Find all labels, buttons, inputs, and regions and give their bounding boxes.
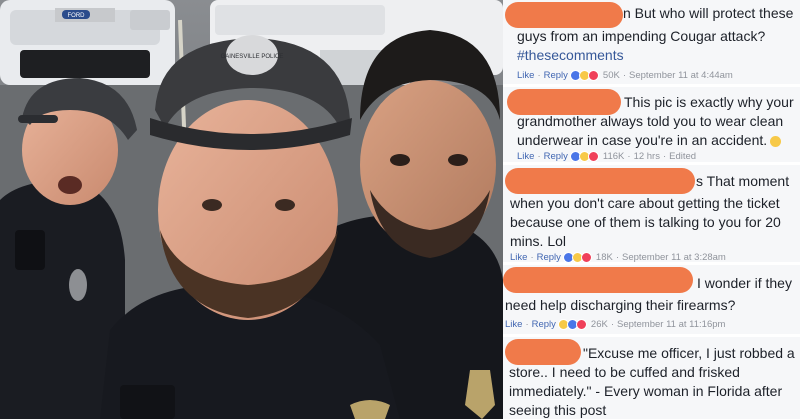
- reactions-icon[interactable]: [562, 252, 592, 263]
- reactions-icon[interactable]: [569, 151, 599, 162]
- like-link[interactable]: Like: [510, 252, 527, 263]
- comment-1-hashtag[interactable]: #thesecomments: [517, 46, 624, 65]
- comment-3: s That moment when you don't care about …: [503, 165, 800, 265]
- reply-link[interactable]: Reply: [537, 252, 561, 263]
- comment-2-line3: underwear in case you're in an accident.: [517, 131, 782, 150]
- timestamp[interactable]: September 11 at 11:16pm: [617, 319, 725, 330]
- reactions-icon[interactable]: [569, 70, 599, 81]
- like-link[interactable]: Like: [505, 319, 522, 330]
- reply-link[interactable]: Reply: [532, 319, 556, 330]
- reaction-count[interactable]: 26K: [591, 319, 608, 330]
- like-link[interactable]: Like: [517, 70, 534, 81]
- comment-5: "Excuse me officer, I just robbed a stor…: [503, 337, 800, 419]
- car-badge-text: FORD: [68, 13, 86, 19]
- comment-5-line1: "Excuse me officer, I just robbed a: [583, 345, 795, 361]
- selfie-photo: FORD GAINESVILLE POLICE: [0, 0, 503, 419]
- cap-badge-text: GAINESVILLE POLICE: [221, 54, 284, 60]
- reactions-icon[interactable]: [557, 319, 587, 330]
- comment-1-meta: Like · Reply 50K · September 11 at 4:44am: [517, 70, 733, 81]
- comment-5-line4: seeing this post: [509, 402, 607, 418]
- redacted-name: [505, 2, 623, 28]
- comment-4: I wonder if they need help discharging t…: [503, 265, 800, 337]
- comment-2-line2: grandmother always told you to wear clea…: [517, 113, 784, 129]
- comment-3-meta: Like · Reply 18K · September 11 at 3:28am: [510, 252, 726, 263]
- timestamp[interactable]: September 11 at 4:44am: [629, 70, 733, 81]
- police-car-left: FORD: [0, 0, 175, 85]
- comment-5-line3: immediately." - Every woman in Florida a…: [509, 383, 783, 399]
- reaction-count[interactable]: 116K: [603, 151, 624, 162]
- comment-1-line2: guys from an impending Cougar attack?: [517, 28, 766, 44]
- comment-1-line1: n But who will protect these: [623, 5, 794, 21]
- edited-label[interactable]: Edited: [669, 151, 696, 162]
- comment-3-line4: mins. Lol: [510, 233, 567, 249]
- redacted-name: [505, 339, 581, 365]
- comment-2-line1: This pic is exactly why your: [624, 94, 794, 110]
- police-selfie-illustration: FORD GAINESVILLE POLICE: [0, 0, 503, 419]
- timestamp[interactable]: 12 hrs: [634, 151, 660, 162]
- comment-3-line1: s That moment: [696, 173, 790, 189]
- comment-4-meta: Like · Reply 26K · September 11 at 11:16pm: [505, 319, 726, 330]
- reaction-count[interactable]: 18K: [596, 252, 613, 263]
- like-link[interactable]: Like: [517, 151, 534, 162]
- smile-emoji-icon: [770, 135, 782, 147]
- redacted-name: [503, 267, 693, 293]
- comment-2: This pic is exactly why your grandmother…: [503, 87, 800, 165]
- timestamp[interactable]: September 11 at 3:28am: [622, 252, 726, 263]
- comment-5-line2: store.. I need to be cuffed and frisked: [509, 364, 740, 380]
- hashtag-link[interactable]: #thesecomments: [517, 47, 624, 63]
- comment-3-line2: when you don't care about getting the ti…: [510, 195, 780, 211]
- redacted-name: [505, 168, 695, 194]
- reaction-count[interactable]: 50K: [603, 70, 620, 81]
- comment-4-line1: I wonder if they: [697, 275, 792, 291]
- comment-4-line2: need help discharging their firearms?: [505, 297, 736, 313]
- comment-3-line3: because one of them is talking to you fo…: [510, 214, 781, 230]
- comment-1: n But who will protect these guys from a…: [503, 0, 800, 87]
- comment-2-meta: Like · Reply 116K · 12 hrs · Edited: [517, 151, 697, 162]
- reply-link[interactable]: Reply: [544, 70, 568, 81]
- comments-panel: n But who will protect these guys from a…: [503, 0, 800, 419]
- reply-link[interactable]: Reply: [544, 151, 568, 162]
